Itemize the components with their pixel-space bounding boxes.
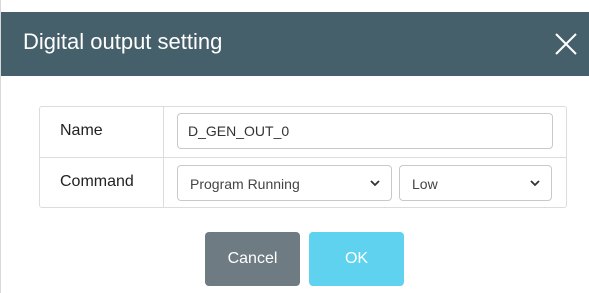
command-label: Command — [60, 173, 134, 190]
close-icon — [555, 33, 577, 55]
dialog-title: Digital output setting — [23, 29, 223, 54]
digital-output-dialog: Digital output setting Name Command Prog… — [0, 0, 589, 293]
level-select-value: Low — [412, 176, 438, 192]
name-label: Name — [60, 122, 103, 139]
chevron-down-icon — [370, 180, 380, 187]
command-select-value: Program Running — [190, 176, 300, 192]
settings-form: Name Command Program Running Low — [39, 106, 567, 208]
dialog-header: Digital output setting — [1, 12, 589, 76]
command-select[interactable]: Program Running — [177, 165, 392, 201]
ok-button[interactable]: OK — [309, 232, 404, 286]
cancel-button[interactable]: Cancel — [205, 232, 300, 286]
chevron-down-icon — [530, 180, 540, 187]
command-label-cell: Command — [40, 158, 164, 208]
close-button[interactable] — [552, 30, 580, 58]
name-row: Name — [40, 107, 566, 158]
command-row: Command Program Running Low — [40, 158, 566, 208]
name-input[interactable] — [177, 113, 553, 149]
level-select[interactable]: Low — [399, 165, 552, 201]
name-label-cell: Name — [40, 107, 164, 157]
